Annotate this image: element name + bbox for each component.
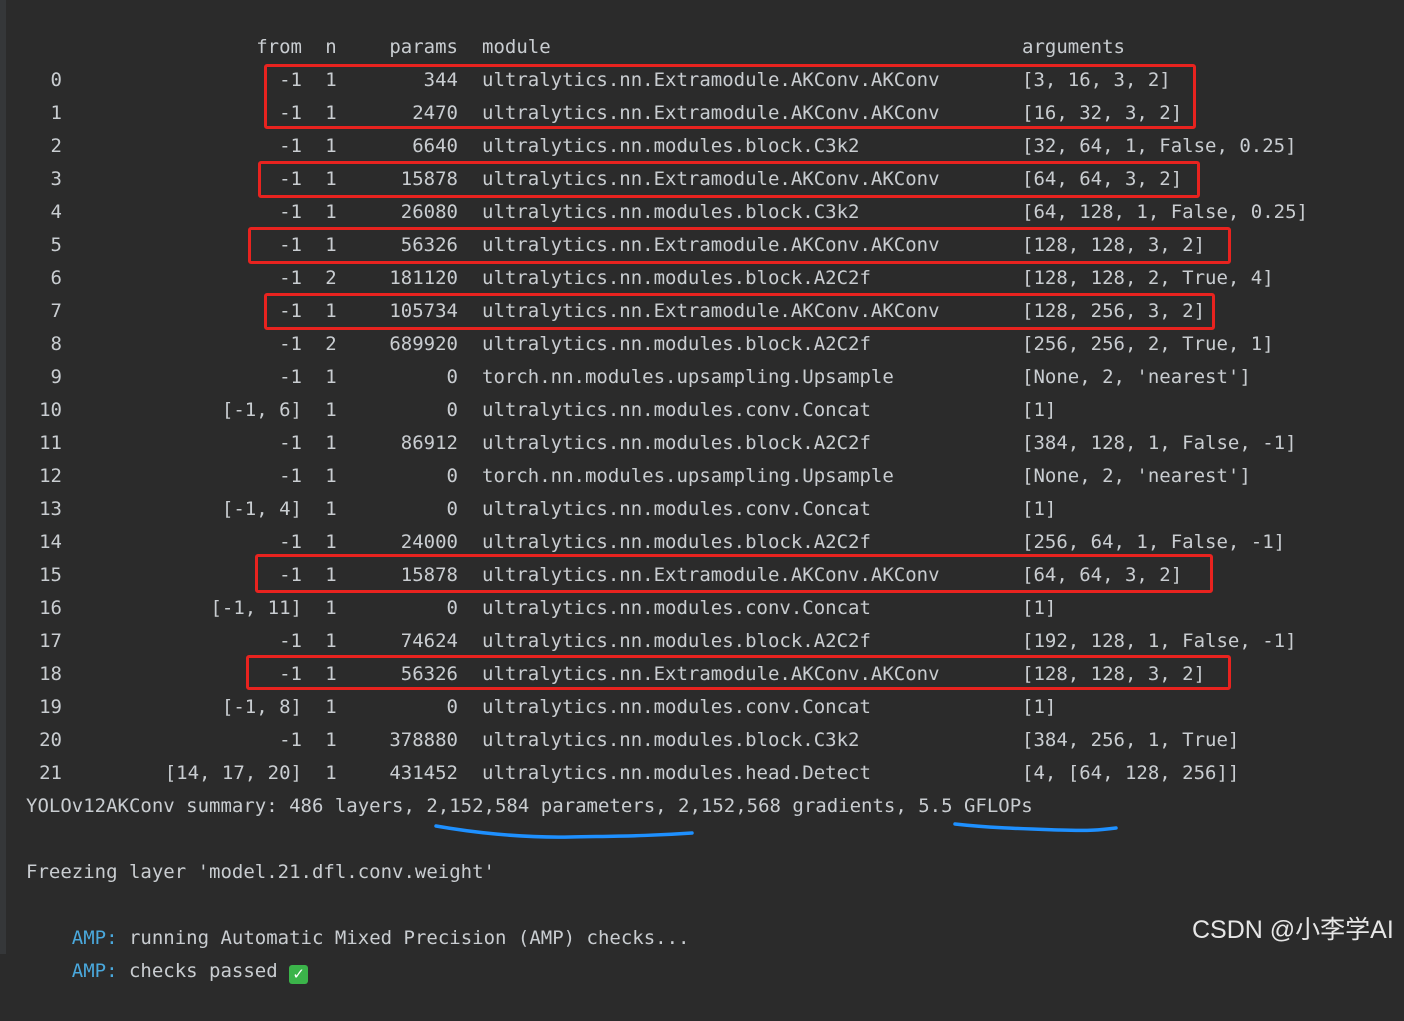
gflops-underline (953, 822, 1118, 833)
white-check-mark-icon: ✓ (289, 965, 309, 984)
amp-label: AMP: (71, 960, 118, 982)
annotation-underlines (434, 822, 1118, 839)
amp-text: checks passed (117, 960, 290, 982)
watermark: CSDN @小李学AI (1192, 916, 1394, 944)
parameters-underline (434, 824, 694, 839)
